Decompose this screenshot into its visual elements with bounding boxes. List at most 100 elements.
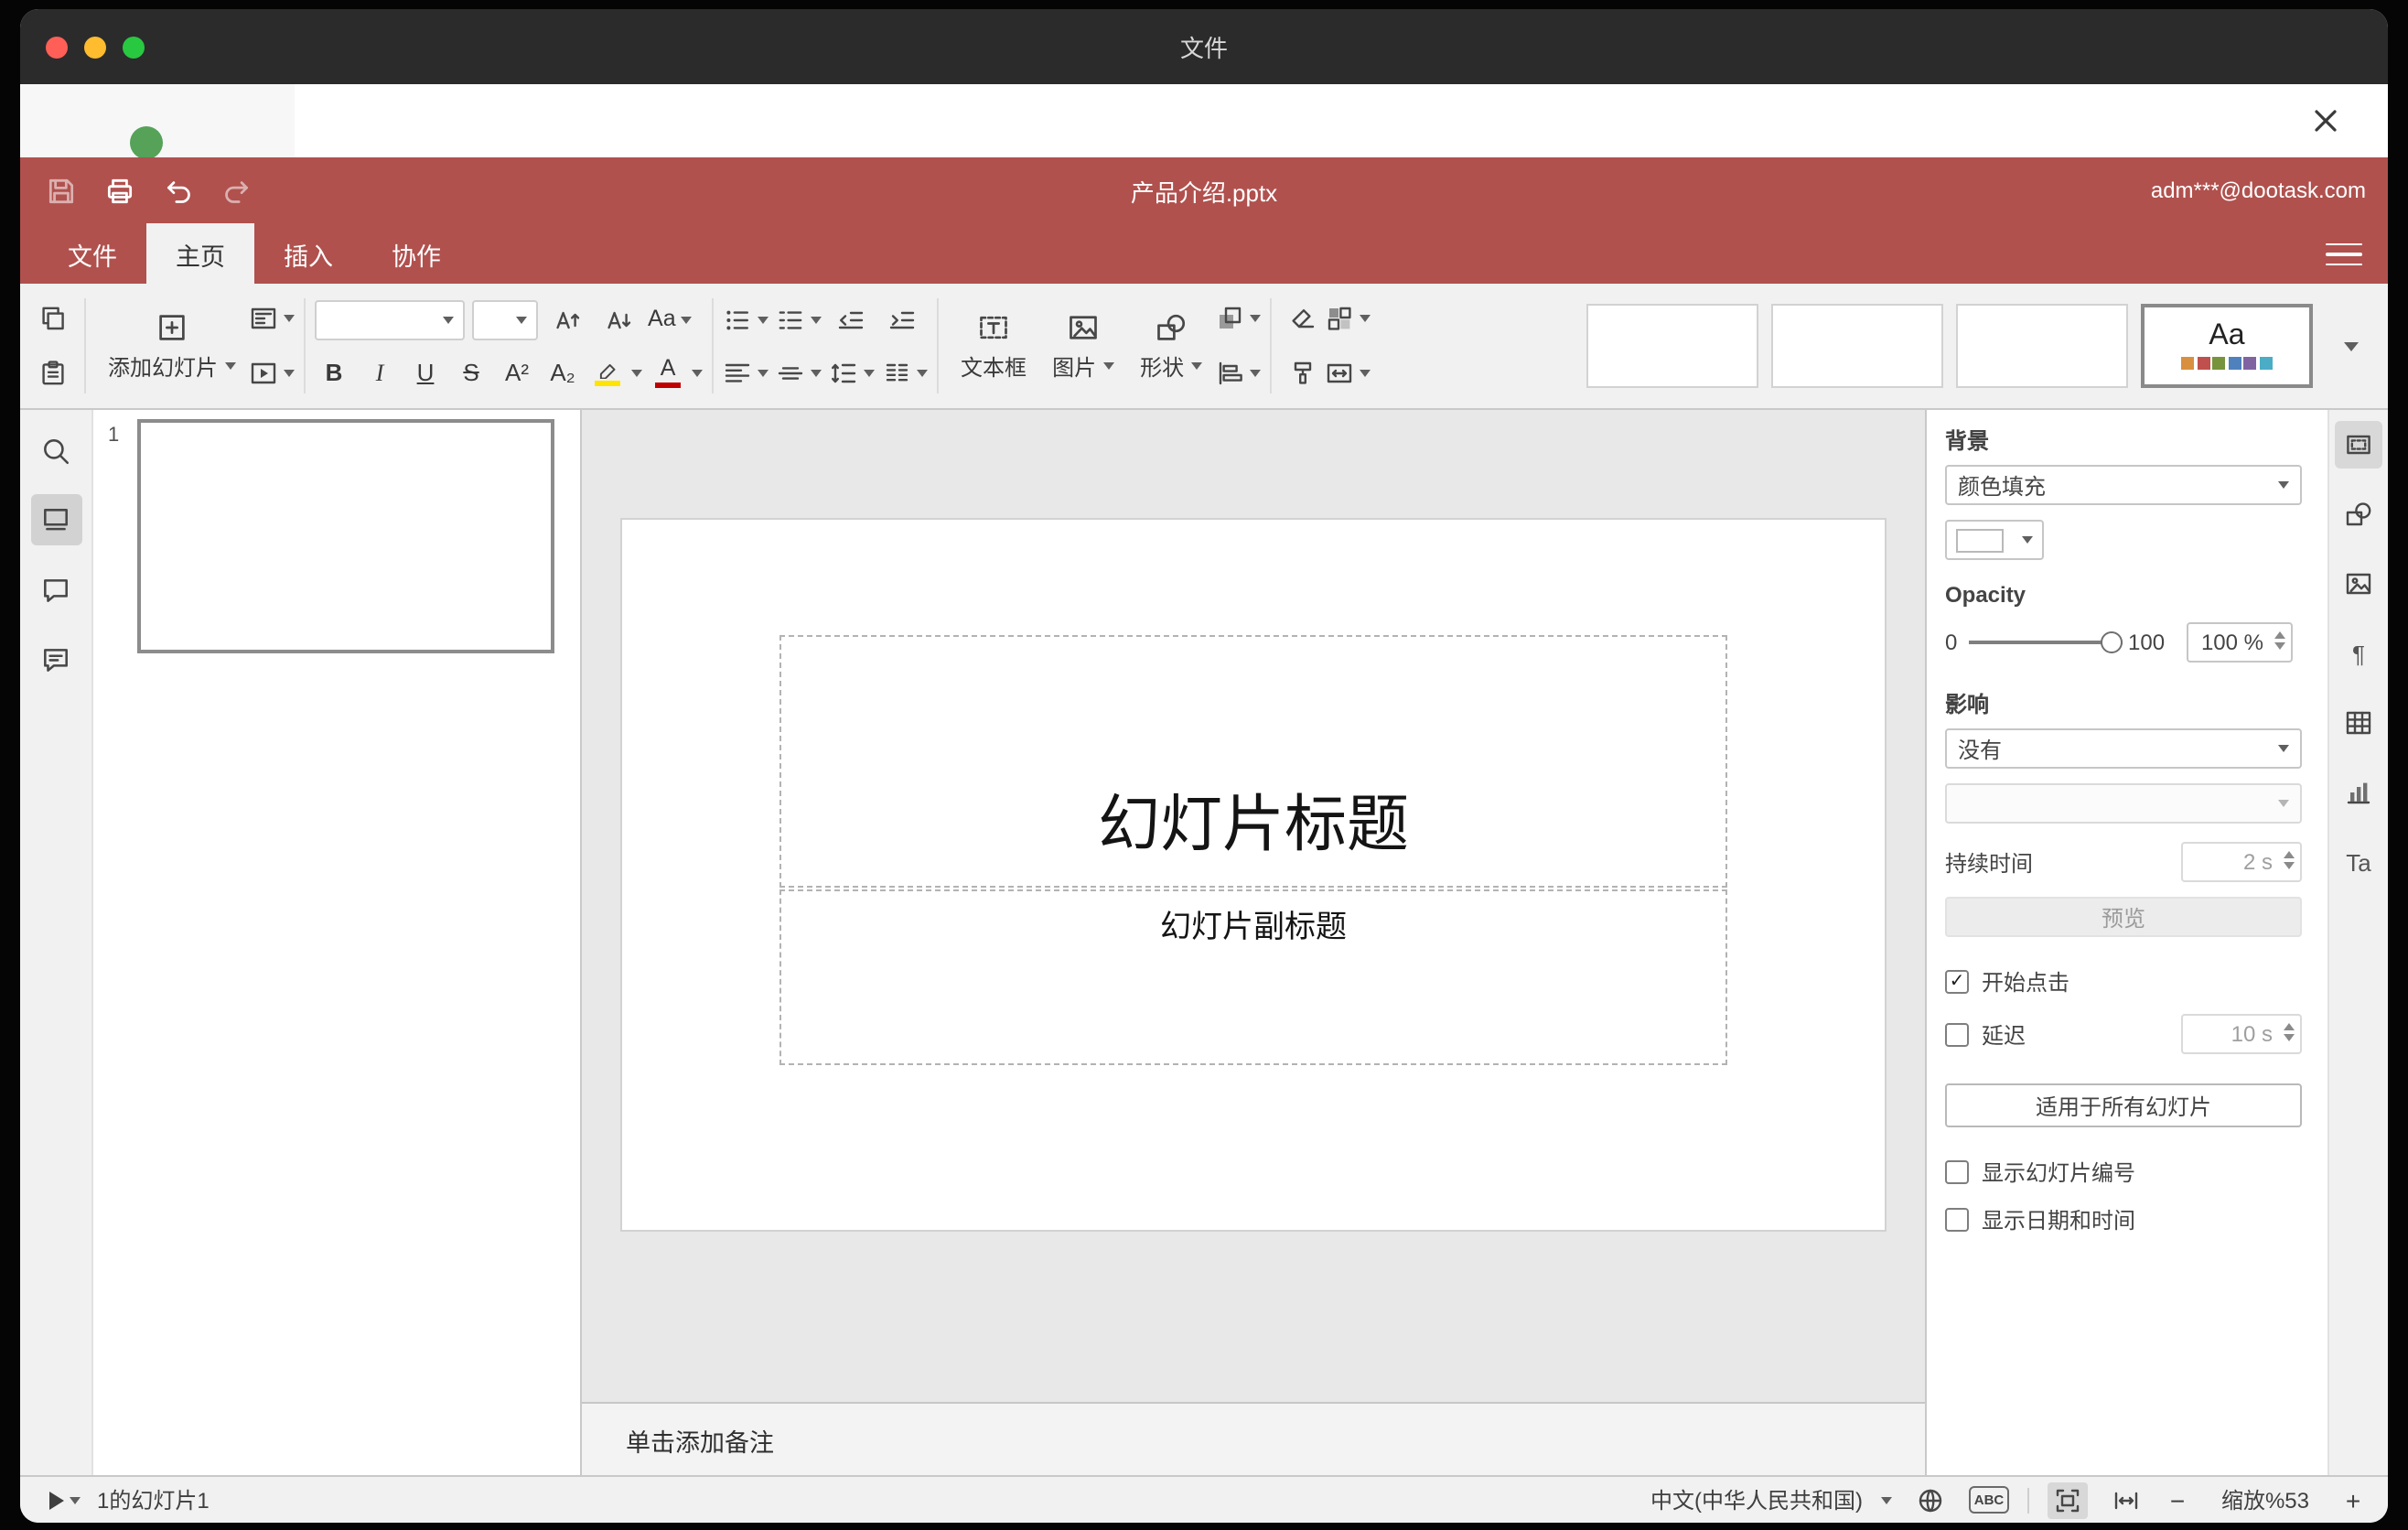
- background-fill-select[interactable]: 颜色填充: [1945, 465, 2302, 505]
- duration-input[interactable]: 2 s: [2181, 842, 2302, 882]
- show-slide-number-checkbox[interactable]: [1945, 1160, 1969, 1184]
- spinner[interactable]: [2284, 1023, 2295, 1041]
- insert-shape-button[interactable]: 形状: [1127, 293, 1215, 399]
- increase-font-button[interactable]: [545, 299, 589, 339]
- tab-home[interactable]: 主页: [146, 223, 254, 284]
- effect-type-select[interactable]: [1945, 783, 2302, 824]
- copy-style-button[interactable]: [1281, 353, 1325, 393]
- theme-slot-selected[interactable]: Aa: [2141, 304, 2313, 388]
- zoom-level[interactable]: 缩放%53: [2209, 1484, 2322, 1515]
- line-spacing-button[interactable]: [829, 352, 876, 393]
- close-editor-button[interactable]: [2307, 102, 2344, 139]
- maximize-window-button[interactable]: [123, 36, 145, 58]
- effect-value: 没有: [1958, 737, 2003, 762]
- slider-knob[interactable]: [2101, 631, 2123, 653]
- chat-button[interactable]: [30, 633, 81, 684]
- opacity-input[interactable]: 100 %: [2187, 622, 2293, 663]
- bullet-list-button[interactable]: [723, 299, 769, 339]
- theme-slot[interactable]: [1586, 304, 1758, 388]
- bold-button[interactable]: B: [315, 352, 353, 393]
- slide-layout-button[interactable]: [249, 298, 296, 339]
- title-placeholder[interactable]: 幻灯片标题: [779, 635, 1727, 888]
- spinner[interactable]: [2284, 851, 2295, 869]
- fit-slide-button[interactable]: [2048, 1482, 2088, 1518]
- underline-button[interactable]: U: [406, 352, 445, 393]
- zoom-out-button[interactable]: −: [2165, 1485, 2190, 1514]
- font-size-select[interactable]: [472, 299, 539, 339]
- insert-textbox-button[interactable]: 文本框: [948, 293, 1039, 399]
- subscript-button[interactable]: A₂: [543, 352, 582, 393]
- theme-slot[interactable]: [1771, 304, 1943, 388]
- decrease-font-button[interactable]: [597, 299, 640, 339]
- show-datetime-checkbox[interactable]: [1945, 1208, 1969, 1232]
- slide-size-button[interactable]: [1325, 353, 1371, 393]
- paragraph-settings-button[interactable]: ¶: [2335, 630, 2382, 677]
- decrease-indent-button[interactable]: [829, 299, 873, 339]
- start-on-click-checkbox[interactable]: ✓: [1945, 970, 1969, 994]
- copy-button[interactable]: [31, 298, 75, 339]
- menu-button[interactable]: [2326, 238, 2362, 271]
- image-settings-button[interactable]: [2335, 560, 2382, 608]
- horizontal-align-button[interactable]: [723, 352, 769, 393]
- delay-checkbox[interactable]: [1945, 1022, 1969, 1046]
- comments-button[interactable]: [30, 564, 81, 615]
- tab-collaboration[interactable]: 协作: [362, 223, 470, 284]
- slide-settings-button[interactable]: [2335, 421, 2382, 469]
- fit-width-button[interactable]: [2106, 1482, 2146, 1518]
- slide-thumbnail[interactable]: [137, 419, 554, 653]
- italic-button[interactable]: I: [360, 352, 399, 393]
- save-button[interactable]: [42, 172, 79, 209]
- highlighter-pen-icon: [598, 363, 615, 379]
- apply-to-all-slides-button[interactable]: 适用于所有幻灯片: [1945, 1083, 2302, 1127]
- font-name-select[interactable]: [315, 299, 466, 339]
- font-color-button[interactable]: A: [650, 352, 704, 393]
- paragraph-icon: ¶: [2352, 640, 2365, 667]
- close-window-button[interactable]: [46, 36, 68, 58]
- change-case-button[interactable]: Aa: [648, 299, 693, 339]
- textart-settings-button[interactable]: Ta: [2335, 838, 2382, 886]
- chart-settings-button[interactable]: [2335, 769, 2382, 816]
- increase-indent-button[interactable]: [880, 299, 924, 339]
- redo-button[interactable]: [218, 172, 254, 209]
- align-objects-button[interactable]: [1215, 353, 1262, 393]
- slide[interactable]: 幻灯片标题 幻灯片副标题: [620, 518, 1887, 1232]
- insert-image-button[interactable]: 图片: [1039, 293, 1127, 399]
- zoom-in-button[interactable]: +: [2340, 1485, 2366, 1514]
- language-label[interactable]: 中文(中华人民共和国): [1650, 1484, 1863, 1515]
- chevron-down-icon: [811, 316, 822, 323]
- vertical-align-button[interactable]: [776, 352, 822, 393]
- effect-select[interactable]: 没有: [1945, 728, 2302, 769]
- background-color-picker[interactable]: [1945, 520, 2044, 560]
- search-button[interactable]: [30, 425, 81, 476]
- highlight-color-button[interactable]: [589, 352, 643, 393]
- delay-input[interactable]: 10 s: [2181, 1014, 2302, 1054]
- spellcheck-button[interactable]: ABC: [1968, 1482, 2010, 1518]
- preview-button[interactable]: 预览: [1945, 897, 2302, 937]
- start-preview-button[interactable]: [42, 1480, 86, 1520]
- tab-insert[interactable]: 插入: [254, 223, 362, 284]
- start-slideshow-button[interactable]: [249, 353, 296, 393]
- arrange-button[interactable]: [1215, 298, 1262, 339]
- subtitle-placeholder[interactable]: 幻灯片副标题: [779, 889, 1727, 1065]
- theme-slot[interactable]: [1956, 304, 2128, 388]
- color-scheme-button[interactable]: [1325, 298, 1371, 339]
- columns-button[interactable]: [882, 352, 929, 393]
- notes-area[interactable]: 单击添加备注: [582, 1402, 1925, 1475]
- slides-panel-button[interactable]: [30, 494, 81, 545]
- spinner[interactable]: [2274, 631, 2285, 650]
- add-slide-button[interactable]: 添加幻灯片: [95, 293, 249, 399]
- undo-button[interactable]: [159, 172, 196, 209]
- strikethrough-button[interactable]: S: [452, 352, 490, 393]
- numbered-list-button[interactable]: [776, 299, 822, 339]
- table-settings-button[interactable]: [2335, 699, 2382, 747]
- superscript-button[interactable]: A²: [498, 352, 536, 393]
- opacity-slider[interactable]: [1969, 630, 2123, 655]
- theme-gallery-expand-button[interactable]: [2329, 304, 2373, 388]
- document-language-button[interactable]: [1910, 1482, 1951, 1518]
- clear-style-button[interactable]: [1281, 298, 1325, 339]
- paste-button[interactable]: [31, 353, 75, 393]
- shape-settings-button[interactable]: [2335, 490, 2382, 538]
- minimize-window-button[interactable]: [84, 36, 106, 58]
- print-button[interactable]: [101, 172, 137, 209]
- tab-file[interactable]: 文件: [38, 223, 146, 284]
